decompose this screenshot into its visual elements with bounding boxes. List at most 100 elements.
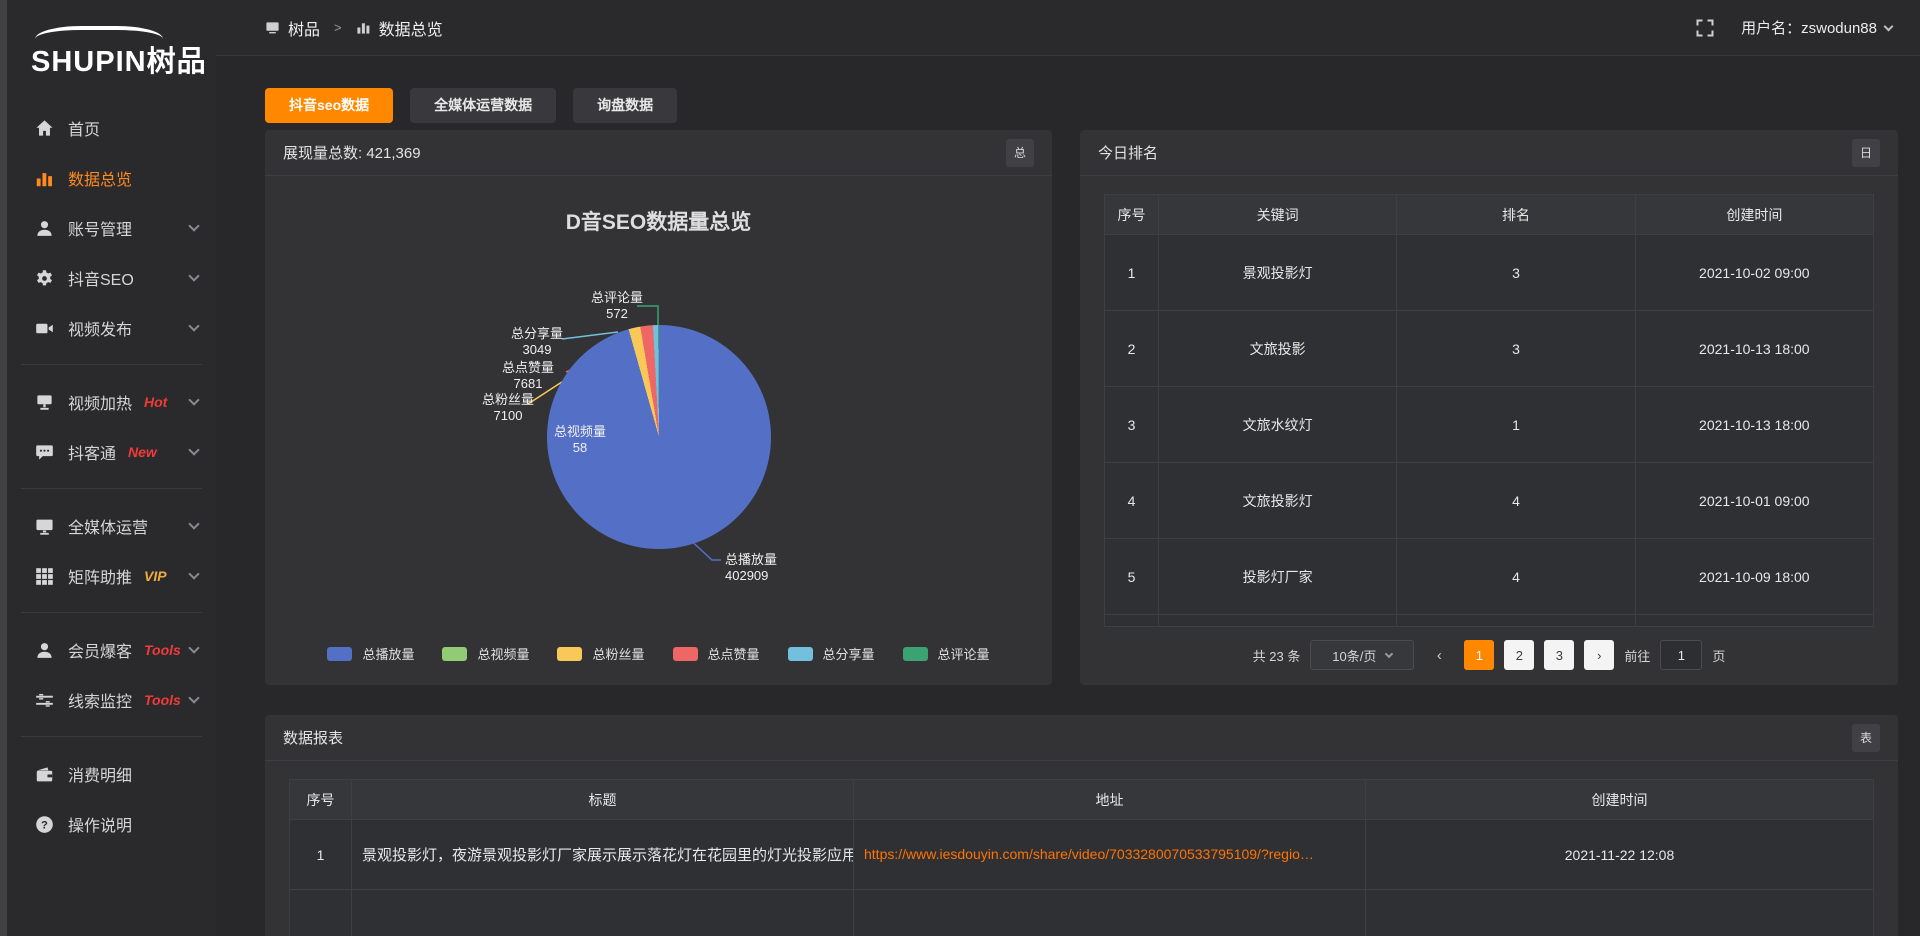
sidebar: SHUPIN树品 首页 数据总览 账号管理 抖音SEO 视频发布 视频加热 Ho… (7, 0, 216, 936)
impressions-total: 展现量总数: 421,369 (283, 142, 421, 163)
video-link[interactable]: https://www.iesdouyin.com/share/video/70… (864, 846, 1314, 862)
legend-item[interactable]: 总播放量 (327, 644, 414, 663)
goto-label: 前往 (1624, 646, 1650, 665)
chevron-down-icon (188, 394, 199, 405)
chevron-down-icon (188, 642, 199, 653)
breadcrumb: 树品 > 数据总览 (265, 16, 443, 40)
prev-page-button[interactable]: ‹ (1424, 640, 1454, 670)
chart-legend: 总播放量 总视频量 总粉丝量 总点赞量 总分享量 总评论量 (265, 644, 1052, 663)
pagination: 共 23 条 10条/页 ‹ 1 2 3 › 前往 页 (1104, 640, 1874, 670)
home-icon (35, 119, 54, 138)
col-header-no: 序号 (1105, 195, 1159, 235)
sliders-icon (35, 691, 54, 710)
sidebar-divider (21, 364, 202, 365)
wallet-icon (35, 765, 54, 784)
vip-badge: VIP (144, 568, 167, 584)
main-content: 抖音seo数据 全媒体运营数据 询盘数据 展现量总数: 421,369 总 D音… (216, 56, 1920, 936)
sidebar-item-matrix-boost[interactable]: 矩阵助推 VIP (7, 551, 216, 601)
grid-icon (35, 567, 54, 586)
legend-item[interactable]: 总分享量 (788, 644, 875, 663)
sidebar-item-media-ops[interactable]: 全媒体运营 (7, 501, 216, 551)
breadcrumb-separator: > (334, 20, 342, 35)
total-toggle-button[interactable]: 总 (1006, 139, 1034, 167)
bar-chart-icon (356, 20, 371, 35)
today-ranking-panel: 今日排名 日 序号 关键词 排名 创建时间 1景观投影灯 32021-1 (1080, 130, 1898, 685)
user-menu[interactable]: 用户名：zswodun88 (1741, 17, 1892, 38)
table-row: 5投影灯厂家 42021-10-09 18:00 (1105, 539, 1874, 615)
col-header-time: 创建时间 (1635, 195, 1873, 235)
top-header: 树品 > 数据总览 用户名：zswodun88 (216, 0, 1920, 56)
chevron-down-icon (1884, 22, 1894, 32)
sidebar-item-video-heat[interactable]: 视频加热 Hot (7, 377, 216, 427)
window-edge (0, 0, 7, 936)
table-row: 2文旅投影 32021-10-13 18:00 (1105, 311, 1874, 387)
hot-badge: Hot (144, 394, 167, 410)
table-toggle-button[interactable]: 表 (1852, 724, 1880, 752)
sidebar-item-account[interactable]: 账号管理 (7, 203, 216, 253)
sidebar-item-video-publish[interactable]: 视频发布 (7, 303, 216, 353)
user-icon (35, 219, 54, 238)
chevron-down-icon (188, 220, 199, 231)
pie-label-plays: 总播放量402909 (713, 552, 813, 584)
col-header-url: 地址 (854, 780, 1366, 820)
page-button-1[interactable]: 1 (1464, 640, 1494, 670)
logo-arc (35, 26, 163, 52)
chevron-down-icon (188, 692, 199, 703)
svg-text:?: ? (41, 819, 48, 831)
table-row-partial (1105, 615, 1874, 627)
breadcrumb-current[interactable]: 数据总览 (379, 16, 443, 40)
sidebar-divider (21, 488, 202, 489)
brand-logo: SHUPIN树品 (7, 0, 216, 103)
tab-media-ops-data[interactable]: 全媒体运营数据 (410, 88, 556, 123)
next-page-button[interactable]: › (1584, 640, 1614, 670)
legend-item[interactable]: 总粉丝量 (557, 644, 644, 663)
page-button-3[interactable]: 3 (1544, 640, 1574, 670)
data-tabs: 抖音seo数据 全媒体运营数据 询盘数据 (265, 88, 677, 123)
username: 用户名：zswodun88 (1741, 17, 1877, 38)
pie-label-likes: 总点赞量7681 (478, 360, 578, 392)
goto-unit: 页 (1712, 646, 1725, 665)
table-row: 1 景观投影灯，夜游景观投影灯厂家展示展示落花灯在花园里的灯光投影应用效果 # … (290, 820, 1874, 890)
day-toggle-button[interactable]: 日 (1852, 139, 1880, 167)
page-button-2[interactable]: 2 (1504, 640, 1534, 670)
legend-item[interactable]: 总评论量 (903, 644, 990, 663)
sidebar-item-douyin-seo[interactable]: 抖音SEO (7, 253, 216, 303)
chat-bubble-icon (35, 443, 54, 462)
tab-douyin-seo[interactable]: 抖音seo数据 (265, 88, 393, 123)
sidebar-item-data-overview[interactable]: 数据总览 (7, 153, 216, 203)
sidebar-item-help[interactable]: ? 操作说明 (7, 799, 216, 849)
sidebar-item-home[interactable]: 首页 (7, 103, 216, 153)
heat-sign-icon (35, 393, 54, 412)
col-header-time: 创建时间 (1366, 780, 1874, 820)
chevron-down-icon (188, 444, 199, 455)
legend-item[interactable]: 总视频量 (442, 644, 529, 663)
col-header-keyword: 关键词 (1159, 195, 1397, 235)
breadcrumb-root[interactable]: 树品 (288, 16, 320, 40)
pie-label-comments: 总评论量572 (567, 290, 667, 322)
pie-label-shares: 总分享量3049 (487, 326, 587, 358)
page-size-select[interactable]: 10条/页 (1310, 640, 1414, 670)
monitor-icon (35, 517, 54, 536)
video-camera-icon (35, 319, 54, 338)
col-header-no: 序号 (290, 780, 352, 820)
goto-page-input[interactable] (1660, 640, 1702, 670)
pie-chart-area: D音SEO数据量总览 总评论量572 总分享量3049 总点赞量7681 总粉丝… (265, 176, 1052, 684)
bar-chart-icon (35, 169, 54, 188)
fullscreen-icon[interactable] (1695, 18, 1715, 38)
app-icon (265, 20, 280, 35)
sidebar-item-douketong[interactable]: 抖客通 New (7, 427, 216, 477)
sidebar-item-lead-monitor[interactable]: 线索监控 Tools (7, 675, 216, 725)
pagination-total: 共 23 条 (1253, 646, 1301, 665)
pie-label-fans: 总粉丝量7100 (458, 392, 558, 424)
table-row: 4文旅投影灯 42021-10-01 09:00 (1105, 463, 1874, 539)
sidebar-item-spend-detail[interactable]: 消费明细 (7, 749, 216, 799)
chevron-down-icon (188, 568, 199, 579)
ranking-title: 今日排名 (1098, 142, 1158, 163)
pie-label-videos: 总视频量58 (530, 424, 630, 456)
sidebar-item-member-burst[interactable]: 会员爆客 Tools (7, 625, 216, 675)
chevron-down-icon (188, 270, 199, 281)
legend-item[interactable]: 总点赞量 (673, 644, 760, 663)
table-row: 3文旅水纹灯 12021-10-13 18:00 (1105, 387, 1874, 463)
tab-inquiry-data[interactable]: 询盘数据 (573, 88, 677, 123)
report-title: 数据报表 (283, 727, 343, 748)
